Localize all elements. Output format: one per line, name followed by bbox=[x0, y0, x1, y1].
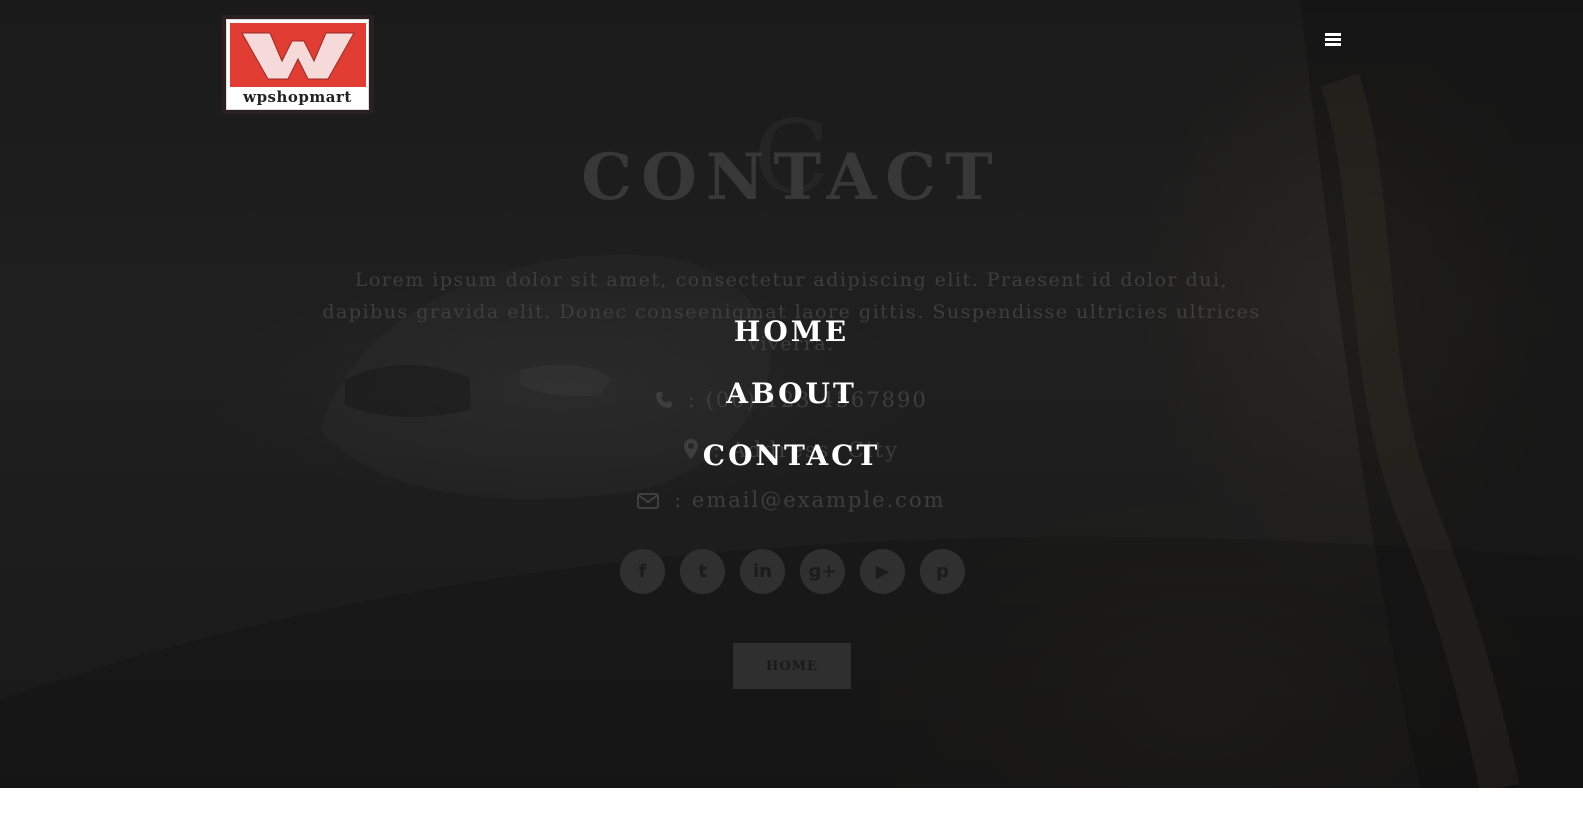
pinterest-icon[interactable]: p bbox=[920, 549, 965, 594]
nav-item-contact[interactable]: CONTACT bbox=[0, 436, 1583, 498]
page-title: CONTACT bbox=[581, 140, 1002, 215]
youtube-icon[interactable]: ▶ bbox=[860, 549, 905, 594]
facebook-icon[interactable]: f bbox=[620, 549, 665, 594]
logo-w-mark bbox=[241, 32, 355, 80]
hamburger-menu-icon[interactable] bbox=[1325, 33, 1341, 47]
hero-section: wpshopmart C CONTACT Lorem ipsum dolor s… bbox=[0, 0, 1583, 788]
logo-red-block bbox=[230, 23, 366, 87]
social-links: f t in g+ ▶ p bbox=[620, 549, 965, 594]
site-logo[interactable]: wpshopmart bbox=[222, 15, 374, 114]
logo-text: wpshopmart bbox=[243, 88, 352, 106]
twitter-icon[interactable]: t bbox=[680, 549, 725, 594]
logo-frame: wpshopmart bbox=[226, 19, 369, 110]
nav-item-home[interactable]: HOME bbox=[0, 312, 1583, 374]
home-button[interactable]: HOME bbox=[733, 643, 851, 689]
overlay-nav-menu: HOME ABOUT CONTACT bbox=[0, 312, 1583, 498]
linkedin-icon[interactable]: in bbox=[740, 549, 785, 594]
nav-item-about[interactable]: ABOUT bbox=[0, 374, 1583, 436]
google-plus-icon[interactable]: g+ bbox=[800, 549, 845, 594]
